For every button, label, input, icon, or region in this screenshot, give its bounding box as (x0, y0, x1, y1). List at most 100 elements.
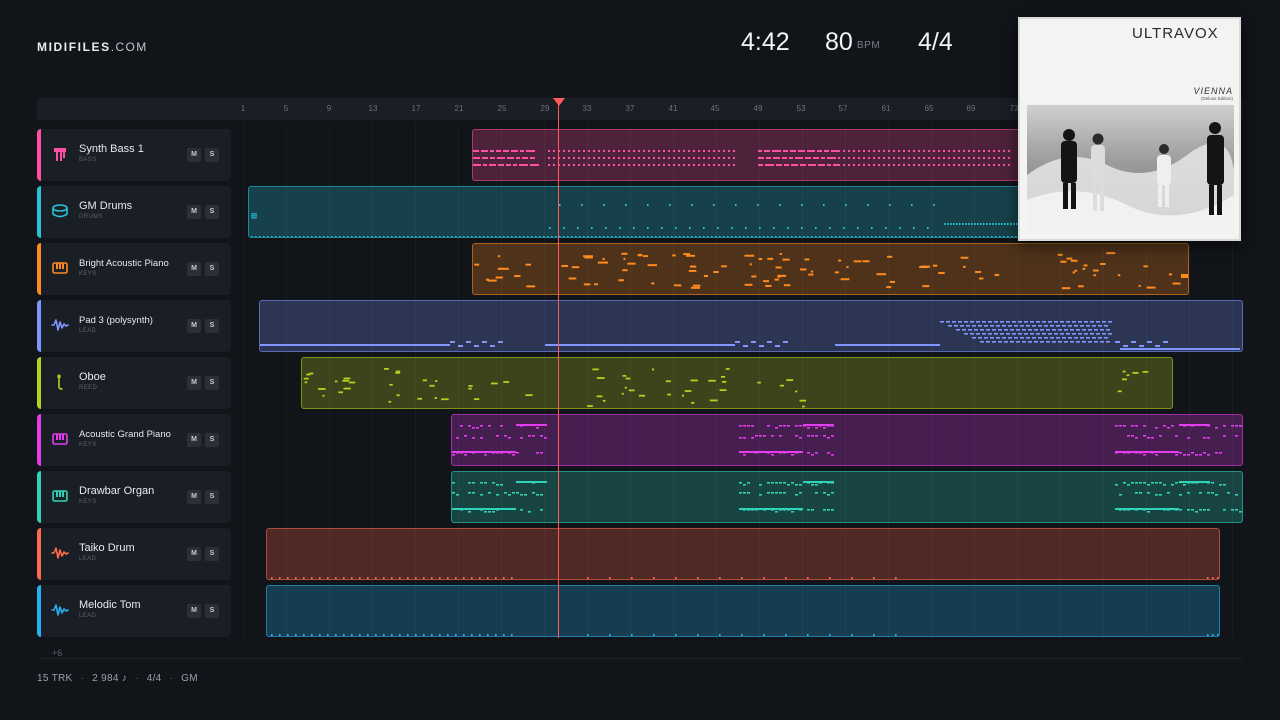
footer-time-signature: 4/4 (146, 673, 162, 684)
ruler-bar-65: 65 (924, 104, 934, 113)
clip-bright-acoustic-piano[interactable] (472, 243, 1189, 295)
clip-pad-3-polysynth[interactable] (259, 300, 1243, 352)
ruler-bar-57: 57 (838, 104, 848, 113)
track-header-oboe[interactable]: Oboe REED M S (37, 357, 231, 409)
mute-button[interactable]: M (187, 262, 201, 276)
solo-button[interactable]: S (205, 547, 219, 561)
track-name: Pad 3 (polysynth) (79, 315, 153, 326)
ruler-bar-25: 25 (497, 104, 507, 113)
footer-note-count: 2 984 ♪ (92, 673, 128, 684)
tempo-value: 80 (825, 28, 853, 56)
more-tracks-indicator[interactable]: +6 (52, 648, 62, 658)
track-color-stripe (37, 186, 41, 238)
ruler-bar-21: 21 (454, 104, 464, 113)
cover-edition: (Deluxe Edition) (1200, 96, 1233, 101)
footer-track-count: 15 TRK (37, 673, 73, 684)
solo-button[interactable]: S (205, 604, 219, 618)
time-signature: 4/4 (918, 28, 953, 56)
track-name: Drawbar Organ (79, 485, 155, 497)
song-duration: 4:42 (741, 28, 790, 56)
ruler-bar-5: 5 (283, 104, 289, 113)
track-color-stripe (37, 243, 41, 295)
track-name: Synth Bass 1 (79, 143, 144, 155)
track-header-pad-3-polysynth[interactable]: Pad 3 (polysynth) LEAD M S (37, 300, 231, 352)
track-color-stripe (37, 300, 41, 352)
track-category: REED (79, 385, 98, 391)
reed-icon (51, 373, 69, 391)
playhead-handle[interactable] (553, 98, 565, 106)
clip-drawbar-organ[interactable] (451, 471, 1243, 523)
clip-oboe[interactable] (301, 357, 1173, 409)
track-header-synth-bass-1[interactable]: Synth Bass 1 BASS M S (37, 129, 231, 181)
mute-button[interactable]: M (187, 490, 201, 504)
mute-button[interactable]: M (187, 205, 201, 219)
mute-button[interactable]: M (187, 376, 201, 390)
ruler-bar-33: 33 (582, 104, 592, 113)
clip-taiko-drum[interactable] (266, 528, 1220, 580)
mute-button[interactable]: M (187, 604, 201, 618)
track-header-drawbar-organ[interactable]: Drawbar Organ KEYS M S (37, 471, 231, 523)
track-header-gm-drums[interactable]: GM Drums DRUMS M S (37, 186, 231, 238)
ruler-bar-61: 61 (881, 104, 891, 113)
ruler-bar-9: 9 (326, 104, 332, 113)
mute-button[interactable]: M (187, 148, 201, 162)
mute-button[interactable]: M (187, 547, 201, 561)
solo-button[interactable]: S (205, 262, 219, 276)
track-category: LEAD (79, 556, 97, 562)
cover-photo (1027, 105, 1234, 234)
track-header-taiko-drum[interactable]: Taiko Drum LEAD M S (37, 528, 231, 580)
brand-domain: .COM (110, 40, 148, 54)
solo-button[interactable]: S (205, 205, 219, 219)
solo-button[interactable]: S (205, 376, 219, 390)
track-category: KEYS (79, 499, 97, 505)
track-category: LEAD (79, 328, 97, 334)
keyboard-icon (51, 487, 69, 505)
track-name: Oboe (79, 371, 106, 383)
track-header-bright-acoustic-piano[interactable]: Bright Acoustic Piano KEYS M S (37, 243, 231, 295)
waveform-icon (51, 601, 69, 619)
solo-button[interactable]: S (205, 148, 219, 162)
ruler-bar-45: 45 (710, 104, 720, 113)
track-name: Acoustic Grand Piano (79, 429, 171, 440)
ruler-bar-49: 49 (753, 104, 763, 113)
solo-button[interactable]: S (205, 490, 219, 504)
grid-line (243, 124, 244, 638)
ruler-bar-1: 1 (240, 104, 246, 113)
ruler-bar-17: 17 (411, 104, 421, 113)
ruler-bar-37: 37 (625, 104, 635, 113)
track-color-stripe (37, 129, 41, 181)
clip-melodic-tom[interactable] (266, 585, 1220, 637)
mute-button[interactable]: M (187, 319, 201, 333)
bass-icon (51, 145, 69, 163)
track-name: Taiko Drum (79, 542, 135, 554)
track-color-stripe (37, 471, 41, 523)
ruler-bar-69: 69 (966, 104, 976, 113)
track-header-acoustic-grand-piano[interactable]: Acoustic Grand Piano KEYS M S (37, 414, 231, 466)
track-category: BASS (79, 157, 97, 163)
track-color-stripe (37, 414, 41, 466)
track-category: KEYS (79, 442, 97, 448)
mute-button[interactable]: M (187, 433, 201, 447)
track-header-melodic-tom[interactable]: Melodic Tom LEAD M S (37, 585, 231, 637)
track-color-stripe (37, 357, 41, 409)
album-cover: ULTRAVOX VIENNA (Deluxe Edition) (1018, 17, 1241, 241)
track-category: DRUMS (79, 214, 103, 220)
clip-acoustic-grand-piano[interactable] (451, 414, 1243, 466)
track-color-stripe (37, 585, 41, 637)
playhead[interactable] (558, 98, 559, 638)
tempo-unit: BPM (856, 40, 881, 51)
brand-logo[interactable]: MIDIFILES.COM (37, 40, 148, 54)
footer-standard: GM (181, 673, 198, 684)
waveform-icon (51, 316, 69, 334)
ruler-bar-53: 53 (796, 104, 806, 113)
ruler-bar-41: 41 (668, 104, 678, 113)
footer-divider (37, 658, 1243, 659)
solo-button[interactable]: S (205, 319, 219, 333)
footer-summary: 15 TRK · 2 984 ♪ · 4/4 · GM (37, 673, 198, 684)
track-category: KEYS (79, 271, 97, 277)
solo-button[interactable]: S (205, 433, 219, 447)
track-name: GM Drums (79, 200, 133, 212)
keyboard-icon (51, 259, 69, 277)
track-name: Melodic Tom (79, 599, 141, 611)
drum-icon (51, 202, 69, 220)
